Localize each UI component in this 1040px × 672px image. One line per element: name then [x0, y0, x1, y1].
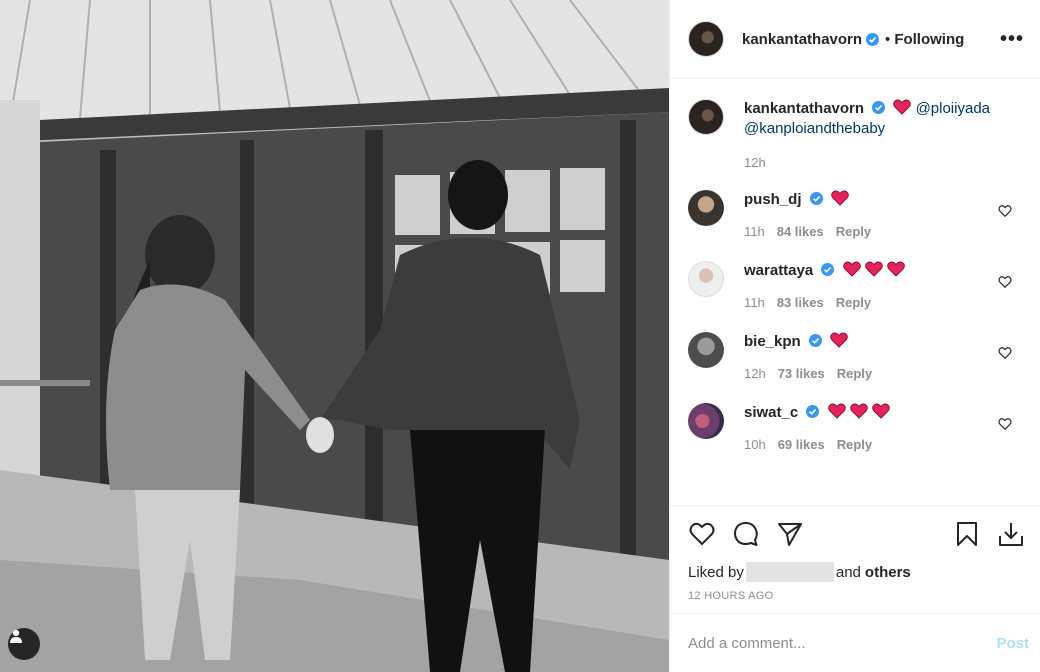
- comment-time: 11h: [744, 295, 765, 310]
- reply-button[interactable]: Reply: [837, 437, 872, 452]
- reply-button[interactable]: Reply: [836, 224, 871, 239]
- share-icon[interactable]: [776, 520, 804, 548]
- post-actions: Liked by and others 12 HOURS AGO: [670, 505, 1040, 613]
- comment-item: push_dj 11h 84 likes Reply: [688, 190, 1024, 239]
- caption-time: 12h: [744, 155, 766, 170]
- verified-badge-icon: [821, 263, 835, 276]
- liked-by-prefix: Liked by: [688, 563, 744, 581]
- commenter-username[interactable]: siwat_c: [744, 404, 798, 421]
- liked-by-summary: Liked by and others: [688, 562, 1025, 582]
- comment-likes[interactable]: 83 likes: [777, 295, 824, 310]
- comments-list: kankantathavorn @ploiiyada @kanploiandth…: [670, 79, 1040, 504]
- liked-by-and: and: [835, 563, 861, 581]
- verified-badge-icon: [806, 405, 820, 418]
- commenter-username[interactable]: push_dj: [744, 191, 802, 208]
- author-username[interactable]: kankantathavorn: [742, 31, 862, 48]
- post-side-panel: kankantathavorn • Following ••• kankanta…: [669, 0, 1040, 672]
- reply-button[interactable]: Reply: [836, 295, 871, 310]
- red-heart-emoji-icon: [830, 332, 848, 348]
- bookmark-icon[interactable]: [953, 520, 981, 548]
- redacted-username: [745, 562, 834, 582]
- comment-item: warattaya 11h 83 likes Reply: [688, 261, 1024, 310]
- comment-time: 10h: [744, 437, 766, 452]
- caption-username[interactable]: kankantathavorn: [744, 100, 864, 117]
- post-photo[interactable]: [0, 0, 669, 672]
- verified-badge-icon: [866, 32, 880, 46]
- user-tag-button[interactable]: [8, 628, 40, 660]
- comment-likes[interactable]: 73 likes: [778, 366, 825, 381]
- mention-link[interactable]: @ploiiyada: [916, 100, 990, 117]
- follow-status-button[interactable]: Following: [894, 31, 964, 48]
- like-comment-heart-icon[interactable]: [998, 204, 1012, 218]
- reply-button[interactable]: Reply: [837, 366, 872, 381]
- comment-likes[interactable]: 84 likes: [777, 224, 824, 239]
- comment-item: bie_kpn 12h 73 likes Reply: [688, 332, 1024, 381]
- comment-time: 12h: [744, 366, 766, 381]
- commenter-avatar[interactable]: [688, 403, 724, 439]
- commenter-username[interactable]: bie_kpn: [744, 333, 801, 350]
- commenter-avatar[interactable]: [688, 190, 724, 226]
- red-heart-emoji-icon: [831, 190, 849, 206]
- commenter-username[interactable]: warattaya: [744, 262, 813, 279]
- photo-illustration: [0, 0, 669, 672]
- user-tag-icon: [10, 629, 22, 643]
- red-heart-emoji-icon: [849, 403, 868, 419]
- red-heart-emoji-icon: [886, 261, 905, 277]
- action-icons-row: [688, 518, 1025, 550]
- author-avatar[interactable]: [688, 21, 724, 57]
- red-heart-emoji-icon: [827, 403, 846, 419]
- more-options-icon[interactable]: •••: [1000, 28, 1024, 51]
- verified-badge-icon: [872, 101, 886, 114]
- like-comment-heart-icon[interactable]: [998, 275, 1012, 289]
- like-comment-heart-icon[interactable]: [998, 417, 1012, 431]
- red-heart-emoji-icon: [871, 403, 890, 419]
- red-heart-emoji-icon: [842, 261, 861, 277]
- like-comment-heart-icon[interactable]: [998, 346, 1012, 360]
- mention-link[interactable]: @kanploiandthebaby: [744, 120, 885, 137]
- red-heart-emoji-icon: [893, 99, 912, 115]
- comment-input[interactable]: [688, 634, 997, 652]
- caption-avatar[interactable]: [688, 99, 724, 135]
- comment-icon[interactable]: [732, 520, 760, 548]
- post-header: kankantathavorn • Following •••: [670, 0, 1040, 79]
- comment-composer: Post: [670, 613, 1040, 672]
- verified-badge-icon: [809, 192, 823, 205]
- comment-likes[interactable]: 69 likes: [778, 437, 825, 452]
- comment-time: 11h: [744, 224, 765, 239]
- comment-item: siwat_c 10h 69 likes Reply: [688, 403, 1024, 452]
- post-comment-button[interactable]: Post: [996, 635, 1029, 652]
- post-caption: kankantathavorn @ploiiyada @kanploiandth…: [688, 99, 1024, 170]
- separator-dot: •: [885, 30, 891, 48]
- post-timestamp[interactable]: 12 HOURS AGO: [688, 590, 1025, 602]
- commenter-avatar[interactable]: [688, 261, 724, 297]
- verified-badge-icon: [808, 334, 822, 347]
- liked-by-others-link[interactable]: others: [865, 564, 911, 581]
- commenter-avatar[interactable]: [688, 332, 724, 368]
- red-heart-emoji-icon: [864, 261, 883, 277]
- heart-icon[interactable]: [688, 520, 716, 548]
- download-icon[interactable]: [997, 520, 1025, 548]
